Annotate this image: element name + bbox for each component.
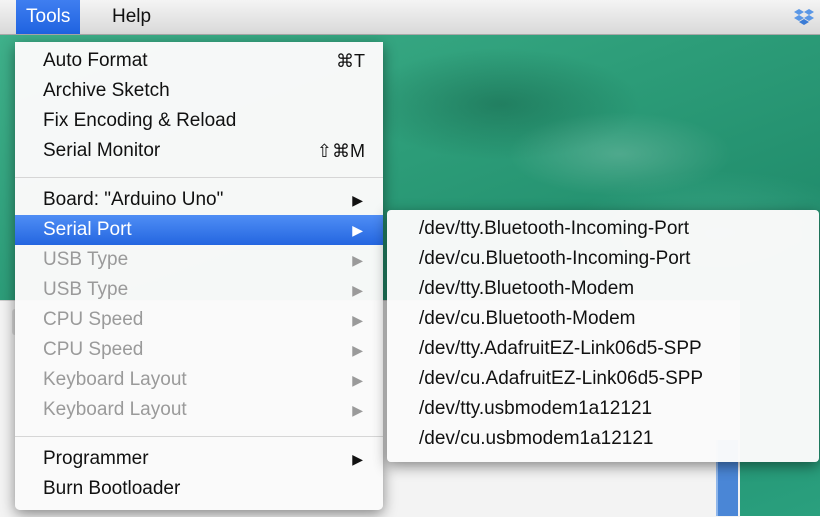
- menu-item-programmer[interactable]: Programmer ▶: [15, 444, 383, 474]
- serial-port-submenu: /dev/tty.Bluetooth-Incoming-Port /dev/cu…: [387, 210, 819, 462]
- menu-item-label: Keyboard Layout: [43, 399, 187, 420]
- menu-item-label: Fix Encoding & Reload: [43, 110, 237, 131]
- menu-item-label: Programmer: [43, 448, 149, 469]
- menu-item-auto-format[interactable]: Auto Format ⌘T: [15, 46, 383, 76]
- dropbox-icon[interactable]: [794, 8, 814, 26]
- submenu-arrow-icon: ▶: [352, 451, 363, 467]
- serial-port-option[interactable]: /dev/cu.Bluetooth-Modem: [387, 304, 819, 334]
- menu-item-cpu-speed: CPU Speed ▶: [15, 305, 383, 335]
- tools-menu-dropdown: Auto Format ⌘T Archive Sketch Fix Encodi…: [15, 42, 383, 510]
- serial-port-option[interactable]: /dev/tty.Bluetooth-Incoming-Port: [387, 214, 819, 244]
- menu-bar: Tools Help: [0, 0, 820, 35]
- serial-port-option[interactable]: /dev/cu.Bluetooth-Incoming-Port: [387, 244, 819, 274]
- submenu-arrow-icon: ▶: [352, 372, 363, 388]
- menu-item-usb-type: USB Type ▶: [15, 245, 383, 275]
- menu-item-label: USB Type: [43, 279, 129, 300]
- menu-help[interactable]: Help: [102, 0, 161, 34]
- menu-item-burn-bootloader[interactable]: Burn Bootloader: [15, 474, 383, 504]
- serial-port-option[interactable]: /dev/tty.AdafruitEZ-Link06d5-SPP: [387, 334, 819, 364]
- menu-item-label: USB Type: [43, 249, 129, 270]
- menu-separator: [15, 436, 383, 437]
- menu-item-label: Burn Bootloader: [43, 478, 181, 499]
- menu-item-label: CPU Speed: [43, 309, 144, 330]
- menu-item-fix-encoding[interactable]: Fix Encoding & Reload: [15, 106, 383, 136]
- menu-separator: [15, 177, 383, 178]
- menu-item-board[interactable]: Board: "Arduino Uno" ▶: [15, 185, 383, 215]
- menu-item-keyboard-layout: Keyboard Layout ▶: [15, 365, 383, 395]
- submenu-arrow-icon: ▶: [352, 312, 363, 328]
- serial-port-option[interactable]: /dev/tty.Bluetooth-Modem: [387, 274, 819, 304]
- menu-item-usb-type: USB Type ▶: [15, 275, 383, 305]
- submenu-arrow-icon: ▶: [352, 342, 363, 358]
- submenu-arrow-icon: ▶: [352, 402, 363, 418]
- menu-item-keyboard-layout: Keyboard Layout ▶: [15, 395, 383, 425]
- menu-tools[interactable]: Tools: [16, 0, 81, 34]
- serial-port-option[interactable]: /dev/tty.usbmodem1a12121: [387, 394, 819, 424]
- menu-item-serial-monitor[interactable]: Serial Monitor ⇧⌘M: [15, 136, 383, 166]
- menu-item-label: Archive Sketch: [43, 80, 170, 101]
- menu-item-cpu-speed: CPU Speed ▶: [15, 335, 383, 365]
- menu-item-archive-sketch[interactable]: Archive Sketch: [15, 76, 383, 106]
- shortcut-label: ⌘T: [336, 51, 365, 71]
- shortcut-label: ⇧⌘M: [316, 141, 365, 161]
- serial-port-option[interactable]: /dev/cu.usbmodem1a12121: [387, 424, 819, 454]
- submenu-arrow-icon: ▶: [352, 252, 363, 268]
- menu-item-label: Serial Monitor: [43, 140, 161, 161]
- menu-item-label: Keyboard Layout: [43, 369, 187, 390]
- submenu-arrow-icon: ▶: [352, 192, 363, 208]
- submenu-arrow-icon: ▶: [352, 222, 363, 238]
- submenu-arrow-icon: ▶: [352, 282, 363, 298]
- serial-port-option[interactable]: /dev/cu.AdafruitEZ-Link06d5-SPP: [387, 364, 819, 394]
- menu-item-label: Serial Port: [43, 219, 132, 240]
- menu-item-label: CPU Speed: [43, 339, 144, 360]
- menu-item-label: Board: "Arduino Uno": [43, 189, 224, 210]
- menu-item-serial-port[interactable]: Serial Port ▶: [15, 215, 383, 245]
- menu-item-label: Auto Format: [43, 50, 148, 71]
